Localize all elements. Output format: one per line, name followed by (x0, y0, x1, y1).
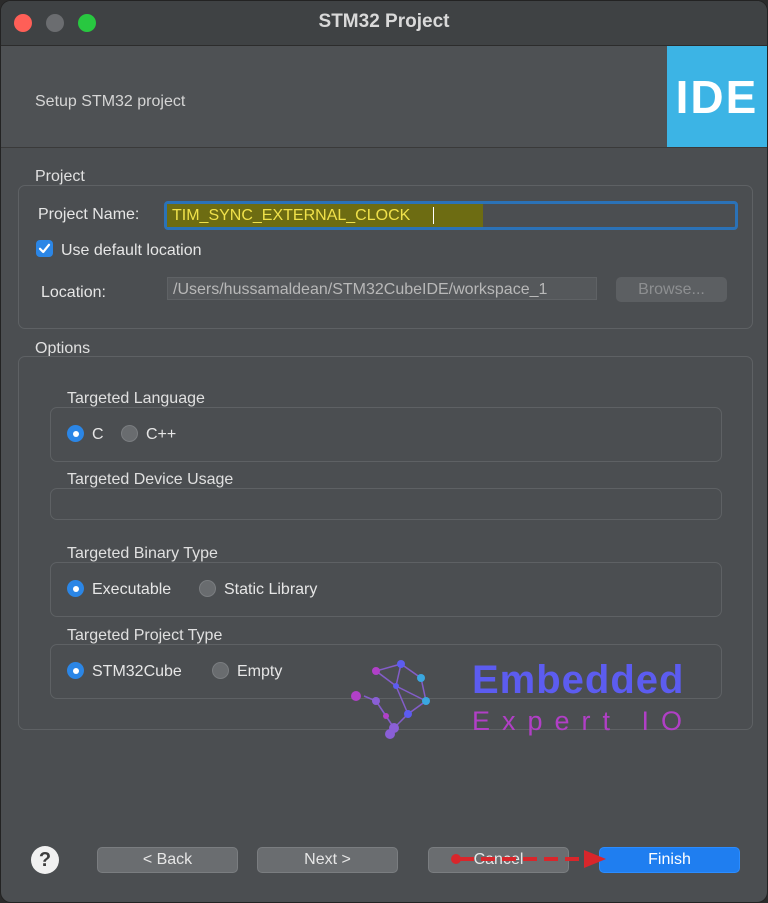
language-cpp-label[interactable]: C++ (146, 426, 176, 444)
language-c-radio[interactable] (67, 425, 84, 442)
targeted-language-label: Targeted Language (67, 390, 205, 407)
window-title: STM32 Project (318, 11, 450, 32)
project-name-selected-text: TIM_SYNC_EXTERNAL_CLOCK (167, 204, 483, 227)
project-type-stm32cube-label[interactable]: STM32Cube (92, 663, 182, 681)
network-logo-icon (351, 660, 430, 739)
targeted-binary-type-label: Targeted Binary Type (67, 545, 218, 562)
binary-executable-label[interactable]: Executable (92, 581, 171, 599)
back-button[interactable]: < Back (97, 847, 238, 873)
help-button[interactable]: ? (31, 846, 59, 874)
project-type-empty-label[interactable]: Empty (237, 663, 282, 681)
text-caret (433, 207, 434, 224)
binary-static-library-label[interactable]: Static Library (224, 581, 317, 599)
ide-logo: IDE (667, 46, 767, 147)
project-type-stm32cube-radio[interactable] (67, 662, 84, 679)
wizard-header: Setup STM32 project IDE (1, 46, 767, 148)
browse-button: Browse... (616, 277, 727, 302)
finish-button[interactable]: Finish (599, 847, 740, 873)
wizard-subtitle: Setup STM32 project (35, 93, 186, 110)
checkmark-icon (38, 243, 51, 254)
use-default-location-label[interactable]: Use default location (61, 242, 202, 260)
targeted-device-usage-group (50, 488, 722, 520)
binary-static-library-radio[interactable] (199, 580, 216, 597)
ide-logo-text: IDE (675, 70, 759, 123)
arrow-annotation-icon (451, 850, 606, 868)
project-section-label: Project (35, 168, 85, 185)
targeted-project-type-label: Targeted Project Type (67, 627, 223, 644)
location-field: /Users/hussamaldean/STM32CubeIDE/workspa… (167, 277, 597, 300)
title-bar: STM32 Project (1, 1, 767, 46)
binary-executable-radio[interactable] (67, 580, 84, 597)
stm32-project-dialog: STM32 Project Setup STM32 project IDE Pr… (0, 0, 768, 903)
watermark-title: Embedded (472, 658, 685, 702)
targeted-device-usage-label: Targeted Device Usage (67, 471, 234, 488)
use-default-location-checkbox[interactable] (36, 240, 53, 257)
embedded-expert-io-watermark: Embedded Expert IO (346, 656, 716, 746)
project-name-label: Project Name: (38, 206, 140, 223)
language-c-label[interactable]: C (92, 426, 104, 444)
location-label: Location: (41, 284, 106, 301)
watermark-subtitle: Expert IO (472, 706, 695, 736)
language-cpp-radio[interactable] (121, 425, 138, 442)
next-button[interactable]: Next > (257, 847, 398, 873)
project-type-empty-radio[interactable] (212, 662, 229, 679)
project-name-input[interactable]: TIM_SYNC_EXTERNAL_CLOCK (164, 201, 738, 230)
